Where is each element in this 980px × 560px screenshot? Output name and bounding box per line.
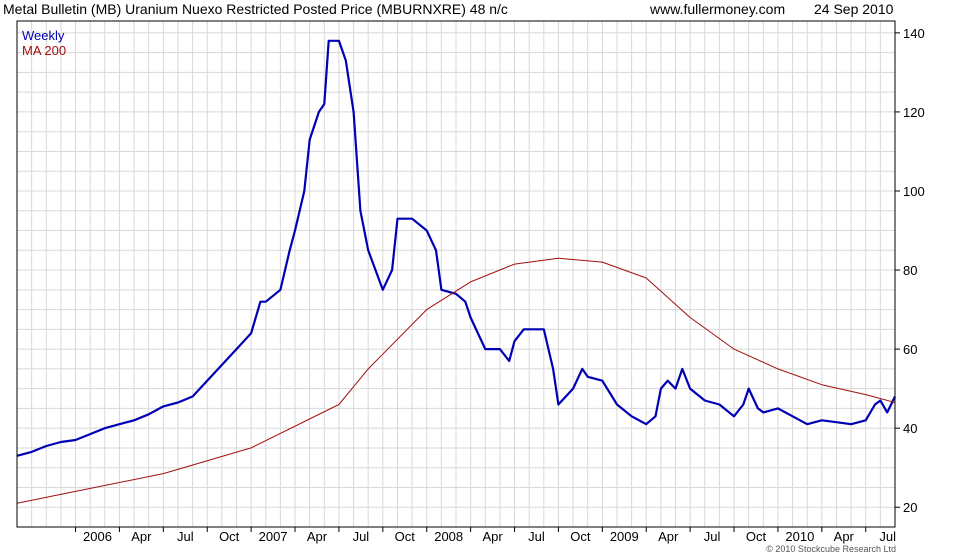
x-tick-label: Apr — [482, 529, 503, 544]
x-tick-label: Jul — [704, 529, 721, 544]
y-tick-label: 140 — [903, 26, 925, 41]
legend-weekly: Weekly — [22, 28, 65, 43]
y-tick-label: 40 — [903, 421, 917, 436]
price-chart: 20 40 60 80 100 120 140 2006 Apr Jul Oct 2007 Apr Jul… — [16, 20, 925, 544]
x-tick-label: Jul — [528, 529, 545, 544]
x-tick-label: 2009 — [610, 529, 639, 544]
x-tick-label: Oct — [395, 529, 416, 544]
x-tick-label: 2010 — [785, 529, 814, 544]
x-tick-label: Jul — [177, 529, 194, 544]
x-tick-label: Apr — [307, 529, 328, 544]
x-tick-label: Jul — [879, 529, 896, 544]
legend-ma200: MA 200 — [22, 43, 67, 58]
x-tick-label: Oct — [746, 529, 767, 544]
x-tick-label: 2006 — [83, 529, 112, 544]
x-tick-label: Oct — [570, 529, 591, 544]
y-tick-label: 20 — [903, 500, 917, 515]
x-tick-label: Oct — [219, 529, 240, 544]
y-tick-label: 60 — [903, 342, 917, 357]
x-tick-label: 2007 — [259, 529, 288, 544]
x-tick-label: Jul — [353, 529, 370, 544]
x-tick-label: Apr — [834, 529, 855, 544]
y-tick-label: 80 — [903, 263, 917, 278]
x-tick-label: Apr — [131, 529, 152, 544]
copyright-credit: © 2010 Stockcube Research Ltd — [766, 544, 896, 554]
x-tick-label: Apr — [658, 529, 679, 544]
grid — [16, 21, 896, 527]
legend: Weekly MA 200 — [22, 28, 66, 58]
x-tick-label: 2008 — [434, 529, 463, 544]
y-tick-label: 120 — [903, 105, 925, 120]
y-tick-label: 100 — [903, 184, 925, 199]
